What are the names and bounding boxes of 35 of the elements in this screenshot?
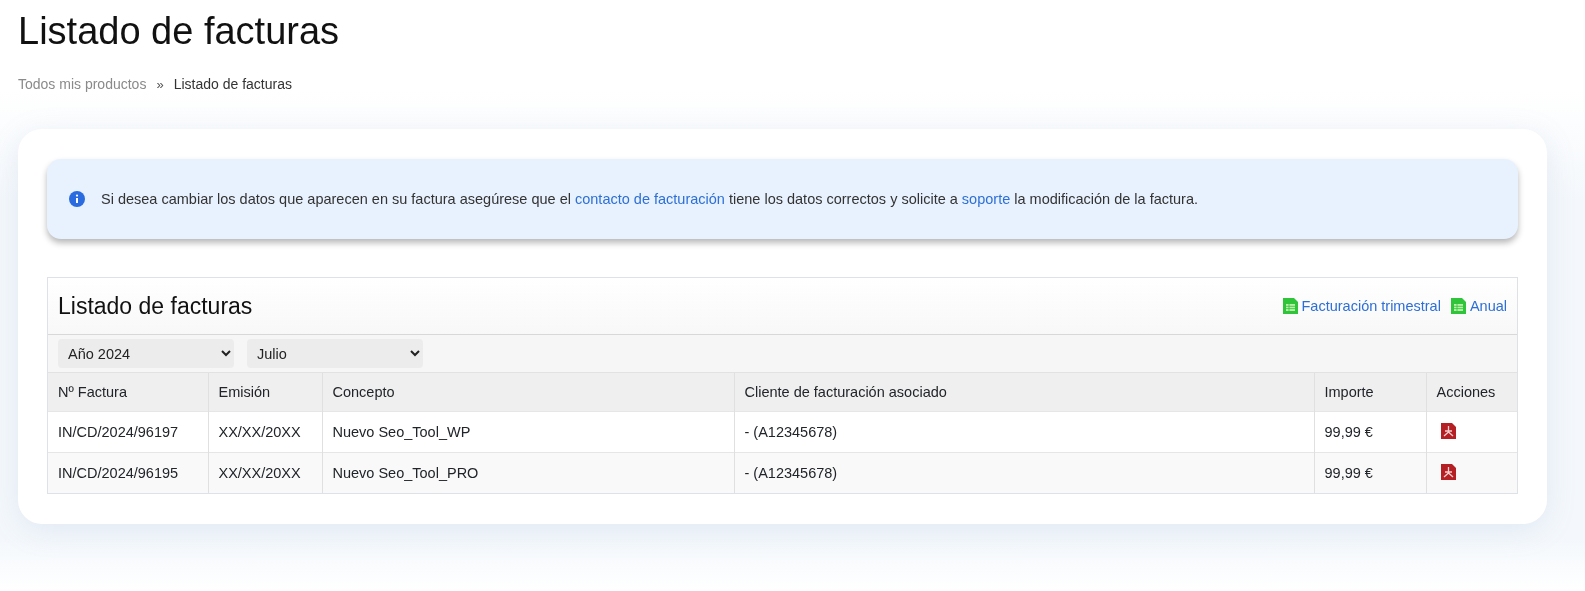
table-cell: Nuevo Seo_Tool_PRO <box>322 452 734 493</box>
table-cell: XX/XX/20XX <box>208 452 322 493</box>
export-link[interactable]: Anual <box>1450 298 1507 314</box>
page-title: Listado de facturas <box>18 9 341 54</box>
table-cell: 99,99 € <box>1314 452 1426 493</box>
pdf-download-link[interactable] <box>1440 463 1456 480</box>
table-cell: - (A12345678) <box>734 411 1314 453</box>
breadcrumb-current: Listado de facturas <box>173 76 292 92</box>
alert-message: Si desea cambiar los datos que aparecen en su factura asegúrese que el contacto de facturación tiene los datos correctos y solicite a soporte la modificación de la factura. <box>101 191 1199 207</box>
table-cell: XX/XX/20XX <box>208 411 322 453</box>
panel-title: Listado de facturas <box>58 292 253 320</box>
column-header: Nº Factura <box>48 373 208 412</box>
breadcrumb-link[interactable]: Todos mis productos <box>18 76 147 92</box>
export-link[interactable]: Facturación trimestral <box>1282 298 1441 314</box>
table-cell: - (A12345678) <box>734 452 1314 493</box>
alert-link[interactable]: soporte <box>961 191 1011 207</box>
spreadsheet-icon <box>1282 298 1298 314</box>
column-header: Cliente de facturación asociado <box>734 373 1314 412</box>
pdf-download-link[interactable] <box>1440 422 1456 439</box>
filter-select[interactable]: Año 2024 <box>58 339 234 368</box>
alert-link[interactable]: contacto de facturación <box>574 191 725 207</box>
pdf-icon <box>1440 422 1456 439</box>
column-header: Importe <box>1314 373 1426 412</box>
column-header: Concepto <box>322 373 734 412</box>
filter-select[interactable]: Julio <box>247 339 423 368</box>
info-icon <box>69 191 85 207</box>
column-header: Emisión <box>208 373 322 412</box>
spreadsheet-icon <box>1450 298 1466 314</box>
table-cell: Nuevo Seo_Tool_WP <box>322 411 734 453</box>
column-header: Acciones <box>1426 373 1517 412</box>
table-cell: IN/CD/2024/96195 <box>48 452 208 493</box>
table-cell: IN/CD/2024/96197 <box>48 411 208 453</box>
breadcrumb-separator: » <box>156 76 164 92</box>
pdf-icon <box>1440 463 1456 480</box>
table-cell: 99,99 € <box>1314 411 1426 453</box>
